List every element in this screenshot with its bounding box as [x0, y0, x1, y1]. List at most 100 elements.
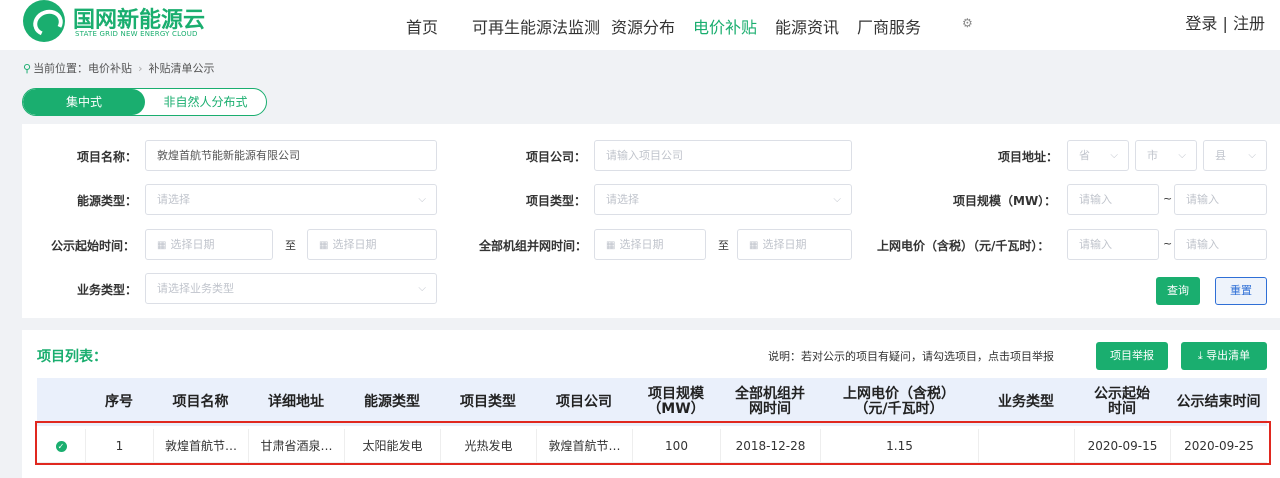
header-energy-type: 能源类型 [364, 393, 420, 410]
chevron-down-icon: ⌵ [418, 194, 426, 205]
logo-icon [23, 0, 65, 42]
nav-resource-distribution[interactable]: 资源分布 [611, 14, 675, 38]
cell-company: 敦煌首航节… [536, 429, 632, 463]
project-company-input[interactable]: 请输入项目公司 [594, 140, 852, 171]
cell-name: 敦煌首航节… [153, 429, 248, 463]
header-company: 项目公司 [556, 393, 612, 410]
grid-time-start-input[interactable]: ▦ 选择日期 [594, 229, 706, 260]
reset-button[interactable]: 重置 [1215, 277, 1267, 305]
header-grid-time: 全部机组并网时间 [735, 386, 805, 417]
logo[interactable]: 国网新能源云 STATE GRID NEW ENERGY CLOUD [23, 0, 218, 44]
breadcrumb-prefix[interactable]: 当前位置：电价补贴 [33, 62, 132, 75]
grid-time-label: 全部机组并网时间： [479, 239, 588, 253]
chevron-down-icon: ⌵ [833, 194, 841, 205]
project-name-input[interactable]: 敦煌首航节能新能源有限公司 [145, 140, 437, 171]
row-checkbox[interactable]: ✓ [37, 429, 85, 463]
export-list-button[interactable]: ⤓ 导出清单 [1181, 342, 1267, 370]
date-range-to: 至 [285, 239, 296, 252]
publicity-start-date-input[interactable]: ▦ 选择日期 [145, 229, 273, 260]
county-select[interactable]: 县 ⌵ [1203, 140, 1267, 171]
chevron-down-icon: ⌵ [1110, 150, 1118, 161]
breadcrumb-current: 补贴清单公示 [148, 62, 215, 75]
price-range-separator: ~ [1163, 237, 1173, 250]
project-address-label: 项目地址： [998, 150, 1059, 164]
cell-business-type [978, 429, 1074, 463]
business-type-select[interactable]: 请选择业务类型 ⌵ [145, 273, 437, 304]
header-name: 项目名称 [172, 393, 229, 410]
header-publicity-end: 公示结束时间 [1176, 393, 1261, 410]
cell-energy-type: 太阳能发电 [344, 429, 440, 463]
settings-icon[interactable]: ⚙ [962, 16, 973, 30]
scale-min-input[interactable]: 请输入 [1067, 184, 1159, 215]
grid-time-end-input[interactable]: ▦ 选择日期 [737, 229, 852, 260]
list-note: 说明：若对公示的项目有疑问，请勾选项目，点击项目举报 [768, 350, 1054, 363]
checkmark-icon: ✓ [55, 441, 67, 452]
province-placeholder: 省 [1079, 149, 1090, 162]
breadcrumb-separator-icon: › [138, 62, 143, 75]
project-type-label: 项目类型： [526, 194, 587, 208]
location-pin-icon: ⚲ [23, 62, 32, 75]
price-max-input[interactable]: 请输入 [1174, 229, 1267, 260]
nav-home[interactable]: 首页 [406, 14, 438, 38]
publicity-end-date-input[interactable]: ▦ 选择日期 [307, 229, 437, 260]
cell-project-type: 光热发电 [440, 429, 536, 463]
nav-energy-news[interactable]: 能源资讯 [775, 14, 839, 38]
nav-price-subsidy[interactable]: 电价补贴 [693, 14, 757, 38]
project-company-label: 项目公司： [526, 150, 587, 164]
date-placeholder: 选择日期 [170, 238, 215, 251]
publicity-start-label: 公示起始时间： [51, 239, 136, 253]
calendar-icon: ▦ [749, 240, 759, 251]
calendar-icon: ▦ [606, 240, 616, 251]
nav-law-monitoring[interactable]: 可再生能源法监测 [472, 14, 600, 38]
cell-price: 1.15 [820, 429, 978, 463]
cell-address: 甘肃省酒泉… [248, 429, 344, 463]
business-type-placeholder: 请选择业务类型 [157, 282, 234, 295]
logo-subtext: STATE GRID NEW ENERGY CLOUD [75, 30, 198, 38]
chevron-down-icon: ⌵ [418, 283, 426, 294]
cell-publicity-end: 2020-09-25 [1170, 429, 1267, 463]
project-list-title: 项目列表： [37, 349, 107, 365]
chevron-down-icon: ⌵ [1178, 150, 1186, 161]
export-list-label: 导出清单 [1206, 349, 1251, 362]
province-select[interactable]: 省 ⌵ [1067, 140, 1129, 171]
city-placeholder: 市 [1147, 149, 1158, 162]
header-publicity-start: 公示起始时间 [1094, 386, 1150, 417]
city-select[interactable]: 市 ⌵ [1135, 140, 1197, 171]
cell-publicity-start: 2020-09-15 [1074, 429, 1170, 463]
date-placeholder: 选择日期 [332, 238, 377, 251]
chevron-down-icon: ⌵ [1248, 150, 1256, 161]
mode-tabs: 集中式 非自然人分布式 [22, 88, 267, 116]
scale-range-separator: ~ [1163, 192, 1173, 205]
project-list-panel: 项目列表： 说明：若对公示的项目有疑问，请勾选项目，点击项目举报 项目举报 ⤓ … [22, 330, 1280, 478]
cell-grid-time: 2018-12-28 [720, 429, 820, 463]
header-price: 上网电价（含税）（元/千瓦时） [843, 386, 955, 417]
price-min-input[interactable]: 请输入 [1067, 229, 1159, 260]
query-button[interactable]: 查询 [1156, 277, 1200, 305]
header-scale: 项目规模（MW） [647, 386, 705, 417]
top-header: 国网新能源云 STATE GRID NEW ENERGY CLOUD 首页 可再… [0, 0, 1280, 50]
header-select [37, 378, 85, 426]
project-type-select[interactable]: 请选择 ⌵ [594, 184, 852, 215]
cell-scale: 100 [632, 429, 720, 463]
report-project-button[interactable]: 项目举报 [1096, 342, 1168, 370]
login-register-link[interactable]: 登录 | 注册 [1185, 10, 1265, 34]
table-header: 序号 项目名称 详细地址 能源类型 项目类型 项目公司 项目规模（MW） 全部机… [37, 378, 1267, 426]
tab-distributed[interactable]: 非自然人分布式 [145, 89, 266, 115]
grid-time-to: 至 [718, 239, 729, 252]
county-placeholder: 县 [1215, 149, 1226, 162]
download-icon: ⤓ [1197, 349, 1207, 362]
date-placeholder: 选择日期 [762, 238, 807, 251]
breadcrumb: ⚲ 当前位置：电价补贴 › 补贴清单公示 [23, 60, 214, 76]
scale-label: 项目规模（MW）： [953, 194, 1057, 208]
tab-centralized[interactable]: 集中式 [23, 89, 145, 115]
nav-vendor-service[interactable]: 厂商服务 [857, 14, 921, 38]
energy-type-select[interactable]: 请选择 ⌵ [145, 184, 437, 215]
header-business-type: 业务类型 [998, 393, 1054, 410]
scale-max-input[interactable]: 请输入 [1174, 184, 1267, 215]
business-type-label: 业务类型： [77, 283, 138, 297]
table-row[interactable]: ✓ 1 敦煌首航节… 甘肃省酒泉… 太阳能发电 光热发电 敦煌首航节… 100 … [37, 429, 1267, 463]
cell-index: 1 [85, 429, 153, 463]
project-name-label: 项目名称： [77, 150, 138, 164]
header-address: 详细地址 [268, 393, 324, 410]
project-type-placeholder: 请选择 [606, 193, 639, 206]
